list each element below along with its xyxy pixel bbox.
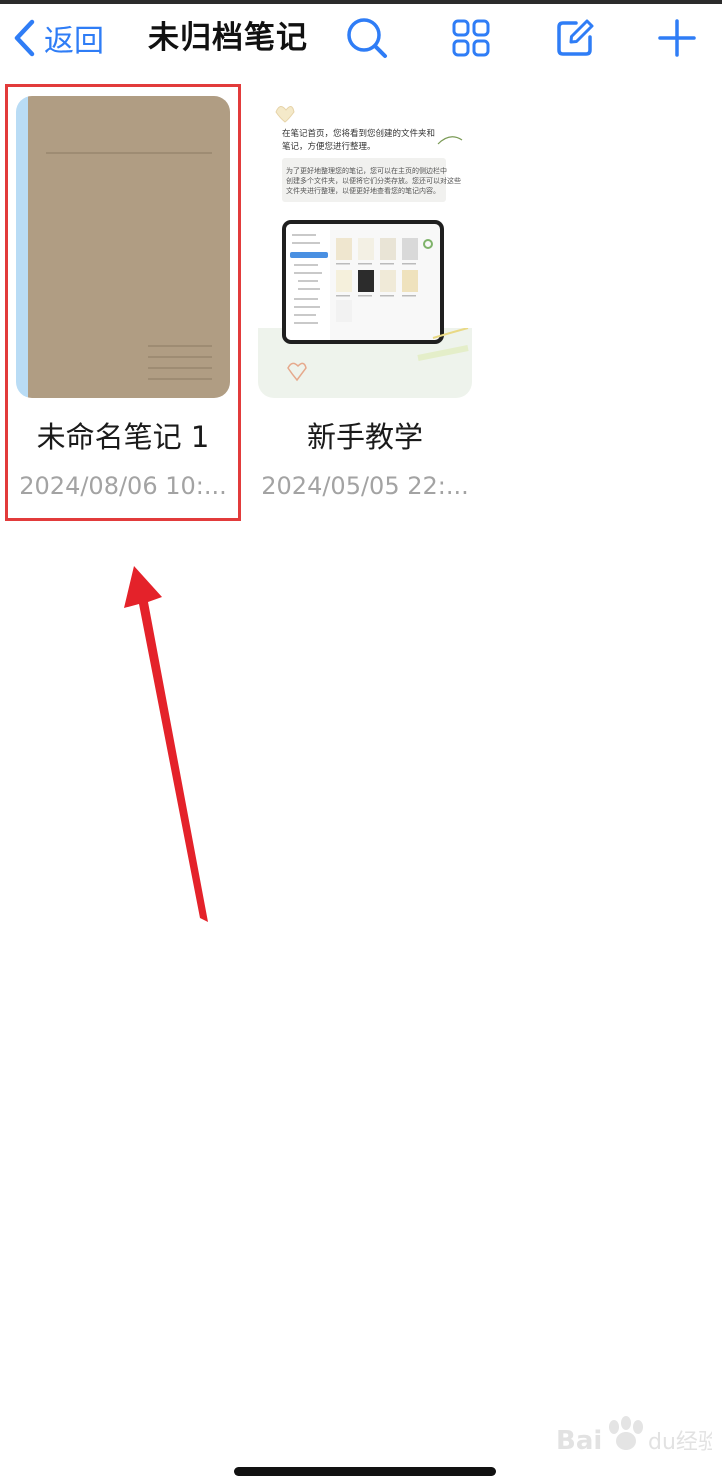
- search-icon: [347, 18, 387, 58]
- highlight-box: [5, 84, 241, 521]
- tablet-screen: [286, 224, 440, 340]
- tutorial-text-line: 笔记，方便您进行整理。: [282, 142, 376, 152]
- navigation-bar: 返回 未归档笔记: [0, 4, 722, 70]
- tablet-illustration: [282, 220, 444, 344]
- back-label: 返回: [44, 24, 104, 59]
- grid-view-button[interactable]: [448, 16, 494, 60]
- tutorial-box-text: 为了更好地整理您的笔记，您可以在主页的侧边栏中: [286, 167, 447, 175]
- note-title: 新手教学: [306, 420, 423, 454]
- add-button[interactable]: [654, 16, 700, 60]
- grid-view-icon: [452, 19, 490, 57]
- note-card-tutorial[interactable]: 在笔记首页，您将看到您创建的文件夹和 笔记，方便您进行整理。 为了更好地整理您的…: [258, 96, 472, 500]
- edit-icon: [557, 19, 594, 56]
- baidu-paw-logo: Bai du经验: [556, 1416, 720, 1456]
- search-button[interactable]: [344, 16, 390, 60]
- add-icon: [658, 19, 696, 57]
- note-thumbnail[interactable]: 在笔记首页，您将看到您创建的文件夹和 笔记，方便您进行整理。 为了更好地整理您的…: [258, 96, 472, 398]
- new-note-button[interactable]: [552, 16, 598, 60]
- home-indicator[interactable]: [234, 1467, 496, 1476]
- chevron-left-icon: [14, 19, 35, 57]
- svg-text:Bai: Bai: [556, 1426, 602, 1455]
- page-title: 未归档笔记: [148, 20, 308, 56]
- tablet-screen-content: [286, 224, 433, 340]
- tutorial-box-text: 创建多个文件夹，以便将它们分类存放。您还可以对这些: [286, 177, 461, 185]
- baidu-watermark: Bai du经验: [556, 1415, 720, 1456]
- note-date: 2024/05/05 22:...: [261, 472, 469, 500]
- back-button[interactable]: 返回: [12, 16, 104, 60]
- tutorial-box-text: 文件夹进行整理，以便更好地查看您的笔记内容。: [286, 187, 440, 195]
- svg-text:du经验: du经验: [648, 1430, 712, 1455]
- tutorial-doodles: [287, 328, 469, 382]
- tutorial-text-line: 在笔记首页，您将看到您创建的文件夹和: [282, 129, 436, 139]
